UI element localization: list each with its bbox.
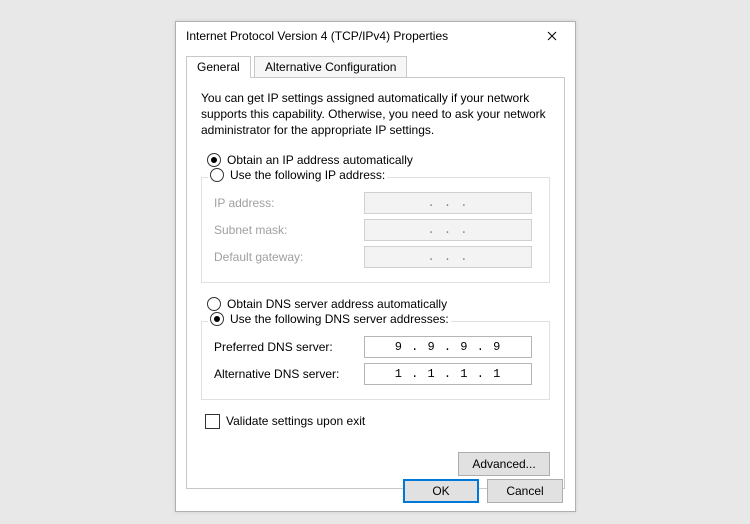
radio-obtain-dns-auto[interactable]: Obtain DNS server address automatically <box>207 297 550 311</box>
checkbox-label: Validate settings upon exit <box>226 414 365 428</box>
advanced-button[interactable]: Advanced... <box>458 452 550 476</box>
radio-label: Obtain an IP address automatically <box>227 153 413 167</box>
radio-label: Use the following IP address: <box>230 168 385 182</box>
tabpanel-general: You can get IP settings assigned automat… <box>186 77 565 489</box>
titlebar: Internet Protocol Version 4 (TCP/IPv4) P… <box>176 22 575 50</box>
radio-icon <box>210 312 224 326</box>
validate-settings-checkbox[interactable]: Validate settings upon exit <box>205 414 550 429</box>
cancel-button[interactable]: Cancel <box>487 479 563 503</box>
radio-obtain-ip-auto[interactable]: Obtain an IP address automatically <box>207 153 550 167</box>
ip-address-input: . . . <box>364 192 532 214</box>
radio-icon <box>207 153 221 167</box>
ipv4-properties-dialog: Internet Protocol Version 4 (TCP/IPv4) P… <box>175 21 576 512</box>
radio-label: Obtain DNS server address automatically <box>227 297 447 311</box>
tabstrip: General Alternative Configuration <box>186 56 565 78</box>
close-icon <box>547 31 557 41</box>
subnet-mask-input: . . . <box>364 219 532 241</box>
close-button[interactable] <box>535 25 569 47</box>
checkbox-icon <box>205 414 220 429</box>
radio-use-following-dns[interactable]: Use the following DNS server addresses: <box>208 312 451 326</box>
dialog-footer: OK Cancel <box>403 479 563 503</box>
subnet-mask-label: Subnet mask: <box>214 223 364 237</box>
tab-general[interactable]: General <box>186 56 251 78</box>
dns-groupbox: Use the following DNS server addresses: … <box>201 321 550 400</box>
alternative-dns-input[interactable]: 1 . 1 . 1 . 1 <box>364 363 532 385</box>
default-gateway-label: Default gateway: <box>214 250 364 264</box>
ip-groupbox: Use the following IP address: IP address… <box>201 177 550 283</box>
ok-button[interactable]: OK <box>403 479 479 503</box>
default-gateway-input: . . . <box>364 246 532 268</box>
tab-alternative-configuration[interactable]: Alternative Configuration <box>254 56 407 78</box>
radio-icon <box>210 168 224 182</box>
radio-label: Use the following DNS server addresses: <box>230 312 449 326</box>
preferred-dns-label: Preferred DNS server: <box>214 340 364 354</box>
radio-use-following-ip[interactable]: Use the following IP address: <box>208 168 387 182</box>
radio-icon <box>207 297 221 311</box>
alternative-dns-label: Alternative DNS server: <box>214 367 364 381</box>
ip-address-label: IP address: <box>214 196 364 210</box>
intro-text: You can get IP settings assigned automat… <box>201 90 550 139</box>
preferred-dns-input[interactable]: 9 . 9 . 9 . 9 <box>364 336 532 358</box>
window-title: Internet Protocol Version 4 (TCP/IPv4) P… <box>186 29 535 43</box>
